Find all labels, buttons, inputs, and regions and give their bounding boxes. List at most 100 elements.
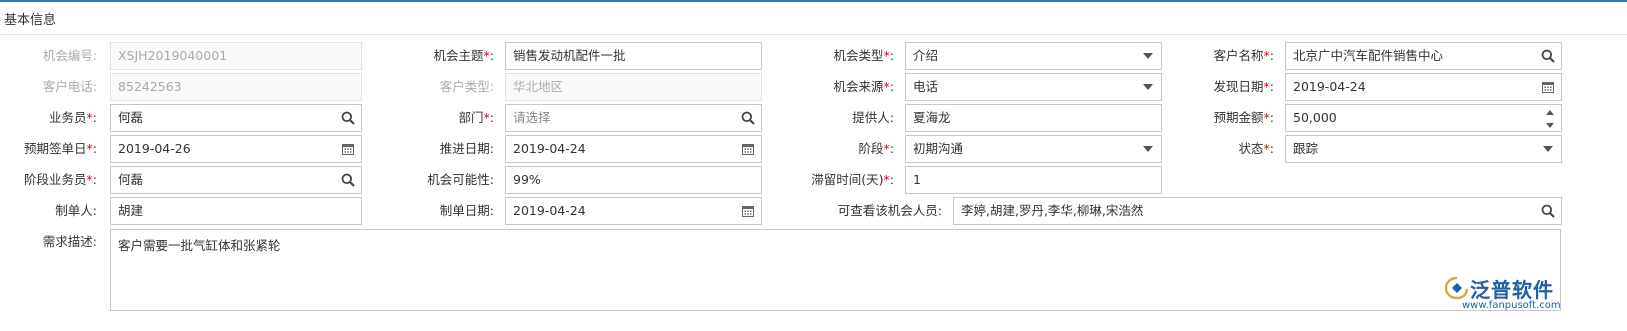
brand-name: 泛普软件 — [1470, 278, 1554, 302]
found-date-value: 2019-04-24 — [1293, 79, 1366, 94]
stay-days-label: 滞留时间(天)*: — [780, 166, 894, 194]
requirement-textarea[interactable]: 客户需要一批气缸体和张紧轮 — [110, 229, 1561, 311]
creator-value: 胡建 — [118, 203, 144, 218]
probability-input[interactable]: 99% — [505, 166, 762, 194]
department-label: 部门*: — [380, 104, 494, 132]
chevron-down-icon[interactable] — [1139, 78, 1157, 96]
provider-value: 夏海龙 — [913, 110, 951, 125]
department-label-text: 部门 — [458, 110, 484, 125]
stage-label-text: 阶段 — [858, 141, 884, 156]
stage-salesperson-input[interactable]: 何磊 — [110, 166, 362, 194]
opp-type-select[interactable]: 介绍 — [905, 42, 1162, 70]
salesperson-input[interactable]: 何磊 — [110, 104, 362, 132]
advance-date-label: 推进日期: — [439, 141, 494, 156]
label-colon: : — [1269, 141, 1274, 156]
subject-input[interactable]: 销售发动机配件一批 — [505, 42, 762, 70]
opp-source-label: 机会来源*: — [780, 73, 894, 101]
calendar-icon[interactable] — [739, 140, 757, 158]
opp-no-field: XSJH2019040001 — [110, 42, 362, 70]
chevron-down-icon[interactable] — [1139, 47, 1157, 65]
stay-days-label-text: 滞留时间(天) — [811, 172, 884, 187]
search-icon[interactable] — [339, 109, 357, 127]
create-date-input[interactable]: 2019-04-24 — [505, 197, 762, 225]
status-select[interactable]: 跟踪 — [1285, 135, 1562, 163]
create-date-value: 2019-04-24 — [513, 203, 586, 218]
expected-sign-date-input[interactable]: 2019-04-26 — [110, 135, 362, 163]
label-colon: : — [889, 172, 894, 187]
customer-phone-label: 客户电话: — [42, 79, 97, 94]
top-accent-line — [0, 0, 1627, 2]
customer-phone-value: 85242563 — [118, 79, 182, 94]
expected-amount-stepper[interactable]: 50,000 — [1285, 104, 1562, 132]
opp-no-label: 机会编号: — [42, 48, 97, 63]
stepper-arrows-icon[interactable] — [1545, 108, 1555, 130]
calendar-icon[interactable] — [339, 140, 357, 158]
stay-days-input[interactable]: 1 — [905, 166, 1162, 194]
probability-value: 99% — [513, 172, 541, 187]
stage-salesperson-value: 何磊 — [118, 172, 144, 187]
section-title: 基本信息 — [4, 13, 57, 28]
found-date-label: 发现日期*: — [1160, 73, 1274, 101]
viewers-value: 李婷,胡建,罗丹,李华,柳琳,宋浩然 — [961, 203, 1144, 218]
provider-input[interactable]: 夏海龙 — [905, 104, 1162, 132]
found-date-input[interactable]: 2019-04-24 — [1285, 73, 1562, 101]
search-icon[interactable] — [339, 171, 357, 189]
expected-sign-date-value: 2019-04-26 — [118, 141, 191, 156]
customer-type-label: 客户类型: — [439, 79, 494, 94]
stay-days-value: 1 — [913, 172, 921, 187]
expected-sign-date-label-text: 预期签单日 — [24, 141, 87, 156]
customer-phone-field: 85242563 — [110, 73, 362, 101]
advance-date-input[interactable]: 2019-04-24 — [505, 135, 762, 163]
calendar-icon[interactable] — [739, 202, 757, 220]
subject-label: 机会主题*: — [380, 42, 494, 70]
status-label-text: 状态 — [1238, 141, 1264, 156]
customer-name-label: 客户名称*: — [1160, 42, 1274, 70]
salesperson-label-text: 业务员 — [49, 110, 87, 125]
opp-source-value: 电话 — [913, 79, 939, 94]
opp-type-label: 机会类型*: — [780, 42, 894, 70]
opp-no-value: XSJH2019040001 — [118, 48, 228, 63]
stage-value: 初期沟通 — [913, 141, 964, 156]
label-colon: : — [1269, 48, 1274, 63]
opp-source-select[interactable]: 电话 — [905, 73, 1162, 101]
creator-label: 制单人: — [55, 203, 97, 218]
chevron-down-icon[interactable] — [1139, 140, 1157, 158]
found-date-label-text: 发现日期 — [1213, 79, 1264, 94]
brand-url: www.fanpusoft.com — [1462, 300, 1561, 311]
calendar-icon[interactable] — [1539, 78, 1557, 96]
brand-logo: 泛普软件 www.fanpusoft.com — [1442, 274, 1564, 314]
viewers-input[interactable]: 李婷,胡建,罗丹,李华,柳琳,宋浩然 — [953, 197, 1562, 225]
label-colon: : — [889, 79, 894, 94]
advance-date-value: 2019-04-24 — [513, 141, 586, 156]
search-icon[interactable] — [1539, 202, 1557, 220]
chevron-down-icon[interactable] — [1539, 140, 1557, 158]
create-date-label: 制单日期: — [439, 203, 494, 218]
subject-label-text: 机会主题 — [433, 48, 484, 63]
label-colon: : — [92, 110, 97, 125]
customer-type-value: 华北地区 — [513, 79, 564, 94]
stage-salesperson-label-text: 阶段业务员 — [24, 172, 87, 187]
label-colon: : — [489, 110, 494, 125]
label-colon: : — [1269, 79, 1274, 94]
status-label: 状态*: — [1160, 135, 1274, 163]
brand-logo-mark-icon — [1444, 276, 1469, 300]
department-input[interactable]: 请选择 — [505, 104, 762, 132]
label-colon: : — [889, 48, 894, 63]
section-divider — [0, 34, 1627, 35]
search-icon[interactable] — [739, 109, 757, 127]
opp-source-label-text: 机会来源 — [833, 79, 884, 94]
label-colon: : — [1269, 110, 1274, 125]
search-icon[interactable] — [1539, 47, 1557, 65]
viewers-label: 可查看该机会人员: — [837, 203, 942, 218]
creator-input[interactable]: 胡建 — [110, 197, 362, 225]
requirement-label: 需求描述: — [42, 234, 97, 249]
label-colon: : — [92, 172, 97, 187]
stage-select[interactable]: 初期沟通 — [905, 135, 1162, 163]
salesperson-value: 何磊 — [118, 110, 144, 125]
label-colon: : — [92, 141, 97, 156]
customer-name-input[interactable]: 北京广中汽车配件销售中心 — [1285, 42, 1562, 70]
label-colon: : — [489, 48, 494, 63]
provider-label: 提供人: — [852, 110, 894, 125]
stage-label: 阶段*: — [780, 135, 894, 163]
requirement-value: 客户需要一批气缸体和张紧轮 — [118, 238, 281, 253]
